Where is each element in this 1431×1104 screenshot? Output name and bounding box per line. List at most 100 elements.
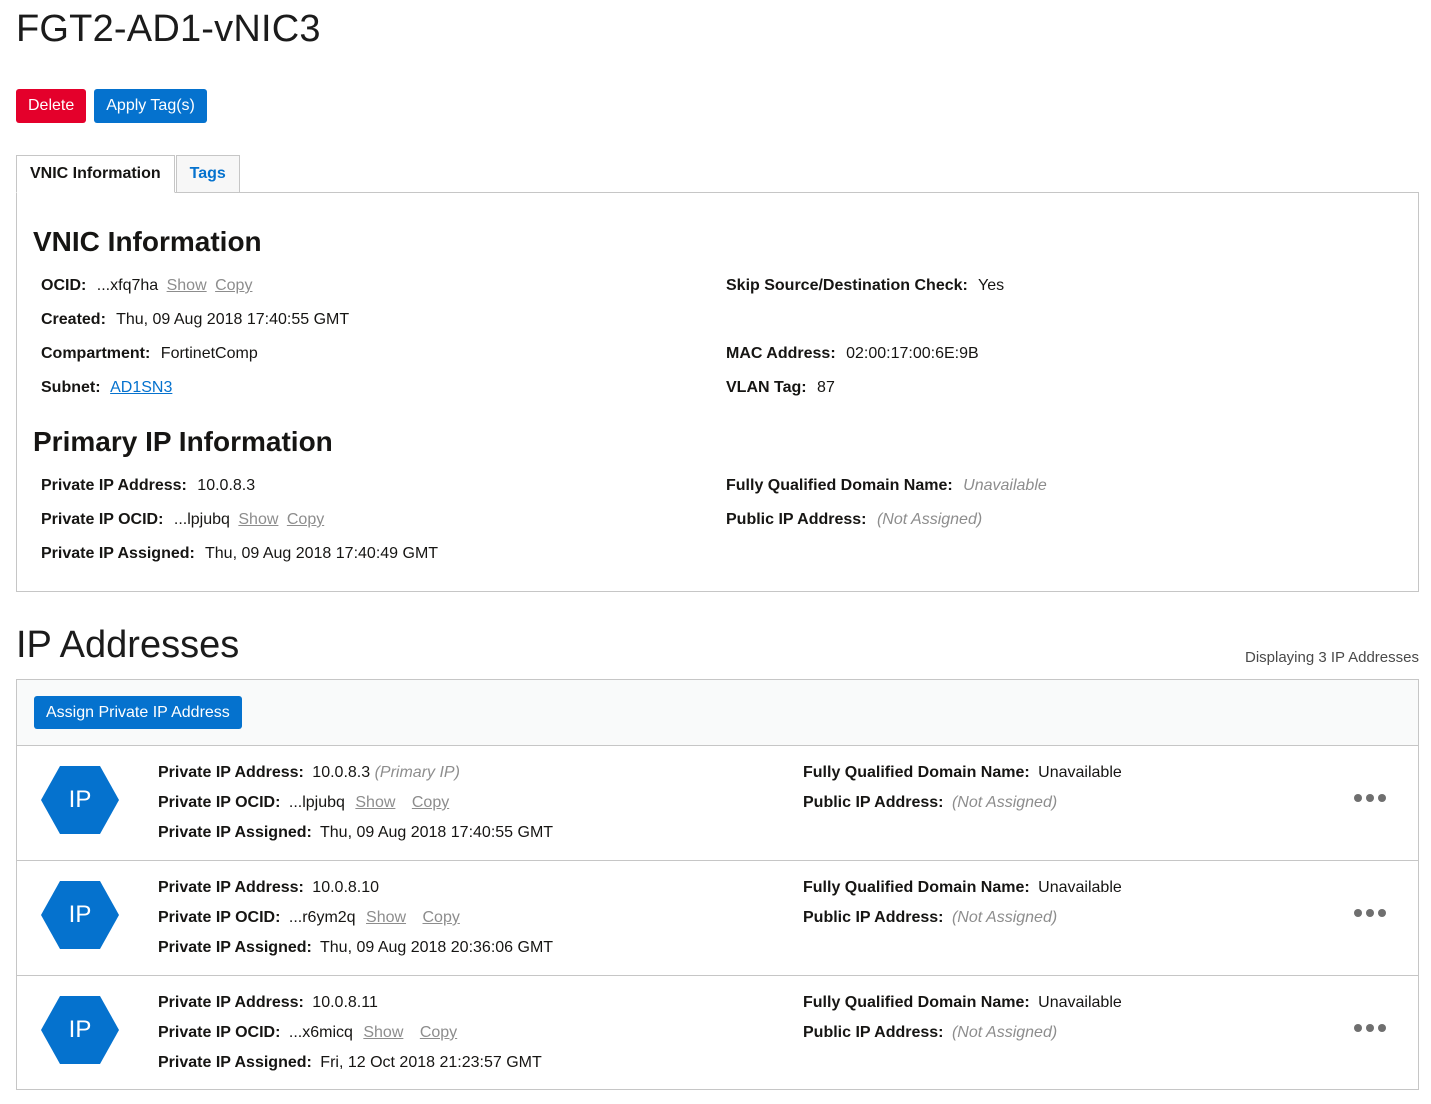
primary-fqdn-value: Unavailable — [963, 477, 1047, 494]
primary-ip-ocid-value: ...lpjubq — [173, 511, 230, 528]
ip-count-text: Displaying 3 IP Addresses — [1245, 649, 1419, 666]
ocid-row: OCID: ...xfq7ha Show Copy — [41, 277, 252, 295]
ocid-copy-link[interactable]: Copy — [215, 277, 252, 294]
ip-addresses-heading: IP Addresses — [16, 624, 240, 666]
ip-fqdn-value: Unavailable — [1038, 879, 1122, 896]
ip-ocid-label: Private IP OCID: — [158, 794, 281, 811]
skip-check-label: Skip Source/Destination Check: — [726, 277, 968, 294]
primary-ip-ocid-row: Private IP OCID: ...lpjubq Show Copy — [41, 511, 324, 529]
primary-fqdn-label: Fully Qualified Domain Name: — [726, 477, 953, 494]
ip-fqdn-line: Fully Qualified Domain Name: Unavailable — [803, 994, 1122, 1012]
ip-address-value: 10.0.8.10 — [312, 879, 380, 896]
ip-public-label: Public IP Address: — [803, 1024, 944, 1041]
primary-ip-ocid-copy-link[interactable]: Copy — [287, 511, 324, 528]
ip-address-line: Private IP Address: 10.0.8.3 (Primary IP… — [158, 764, 460, 782]
ip-ocid-line: Private IP OCID: ...r6ym2q Show Copy — [158, 909, 460, 927]
ip-hexagon-label: IP — [68, 1016, 92, 1043]
primary-ip-assigned-value: Thu, 09 Aug 2018 17:40:49 GMT — [205, 545, 439, 562]
ip-ocid-value: ...x6micq — [288, 1024, 353, 1041]
ip-address-value: 10.0.8.3 — [312, 764, 371, 781]
compartment-value: FortinetComp — [160, 345, 258, 362]
ip-public-value: (Not Assigned) — [951, 1024, 1058, 1041]
vlan-row: VLAN Tag: 87 — [726, 379, 835, 397]
ip-public-line: Public IP Address: (Not Assigned) — [803, 794, 1057, 812]
ip-fqdn-label: Fully Qualified Domain Name: — [803, 994, 1030, 1011]
page-title: FGT2-AD1-vNIC3 — [16, 8, 321, 50]
subnet-label: Subnet: — [41, 379, 101, 396]
ip-ocid-copy-link[interactable]: Copy — [412, 794, 449, 811]
ip-address-label: Private IP Address: — [158, 764, 304, 781]
subnet-row: Subnet: AD1SN3 — [41, 379, 172, 397]
mac-row: MAC Address: 02:00:17:00:6E:9B — [726, 345, 979, 363]
primary-ip-heading: Primary IP Information — [33, 426, 333, 457]
ip-assigned-value: Thu, 09 Aug 2018 17:40:55 GMT — [320, 824, 554, 841]
ip-hexagon-icon: IP — [41, 996, 119, 1064]
ocid-value: ...xfq7ha — [96, 277, 159, 294]
vlan-label: VLAN Tag: — [726, 379, 807, 396]
ip-fqdn-value: Unavailable — [1038, 994, 1122, 1011]
ip-fqdn-label: Fully Qualified Domain Name: — [803, 764, 1030, 781]
ip-hexagon-icon: IP — [41, 766, 119, 834]
vnic-info-panel: VNIC Information OCID: ...xfq7ha Show Co… — [16, 192, 1419, 592]
mac-value: 02:00:17:00:6E:9B — [846, 345, 979, 362]
vlan-value: 87 — [817, 379, 835, 396]
row-actions-menu-icon[interactable] — [1354, 1024, 1386, 1032]
ip-ocid-line: Private IP OCID: ...x6micq Show Copy — [158, 1024, 457, 1042]
vnic-info-heading: VNIC Information — [33, 226, 262, 257]
subnet-link[interactable]: AD1SN3 — [110, 379, 172, 396]
ip-ocid-show-link[interactable]: Show — [363, 1024, 403, 1041]
ip-ocid-label: Private IP OCID: — [158, 1024, 281, 1041]
primary-public-ip-row: Public IP Address: (Not Assigned) — [726, 511, 982, 529]
ip-address-line: Private IP Address: 10.0.8.10 — [158, 879, 379, 897]
ip-public-value: (Not Assigned) — [951, 794, 1058, 811]
skip-check-row: Skip Source/Destination Check: Yes — [726, 277, 1004, 295]
primary-ip-note: (Primary IP) — [374, 764, 460, 781]
ip-ocid-copy-link[interactable]: Copy — [423, 909, 460, 926]
primary-ip-assigned-row: Private IP Assigned: Thu, 09 Aug 2018 17… — [41, 545, 438, 563]
ocid-label: OCID: — [41, 277, 87, 294]
ip-hexagon-label: IP — [68, 786, 92, 813]
ip-fqdn-line: Fully Qualified Domain Name: Unavailable — [803, 764, 1122, 782]
primary-public-ip-value: (Not Assigned) — [876, 511, 983, 528]
apply-tags-button[interactable]: Apply Tag(s) — [94, 89, 207, 123]
ip-assigned-value: Fri, 12 Oct 2018 21:23:57 GMT — [320, 1054, 542, 1071]
primary-ip-address-label: Private IP Address: — [41, 477, 187, 494]
ip-assigned-line: Private IP Assigned: Thu, 09 Aug 2018 20… — [158, 939, 553, 957]
skip-check-value: Yes — [978, 277, 1005, 294]
ip-address-value: 10.0.8.11 — [312, 994, 378, 1011]
ip-row: IP Private IP Address: 10.0.8.3 (Primary… — [17, 746, 1418, 861]
assign-private-ip-button[interactable]: Assign Private IP Address — [34, 696, 242, 729]
ip-ocid-show-link[interactable]: Show — [355, 794, 395, 811]
ip-ocid-line: Private IP OCID: ...lpjubq Show Copy — [158, 794, 449, 812]
mac-label: MAC Address: — [726, 345, 836, 362]
ip-address-label: Private IP Address: — [158, 879, 304, 896]
row-actions-menu-icon[interactable] — [1354, 794, 1386, 802]
ip-row: IP Private IP Address: 10.0.8.10 Private… — [17, 861, 1418, 976]
ip-assigned-label: Private IP Assigned: — [158, 824, 312, 841]
primary-ip-ocid-show-link[interactable]: Show — [238, 511, 278, 528]
ip-public-label: Public IP Address: — [803, 794, 944, 811]
ip-fqdn-value: Unavailable — [1038, 764, 1122, 781]
ip-assigned-label: Private IP Assigned: — [158, 939, 312, 956]
tab-tags[interactable]: Tags — [175, 155, 240, 193]
delete-button[interactable]: Delete — [16, 89, 87, 123]
ocid-show-link[interactable]: Show — [167, 277, 207, 294]
ip-ocid-label: Private IP OCID: — [158, 909, 281, 926]
ip-public-label: Public IP Address: — [803, 909, 944, 926]
ip-assigned-value: Thu, 09 Aug 2018 20:36:06 GMT — [320, 939, 554, 956]
ip-ocid-copy-link[interactable]: Copy — [420, 1024, 457, 1041]
created-row: Created: Thu, 09 Aug 2018 17:40:55 GMT — [41, 311, 349, 329]
primary-ip-address-row: Private IP Address: 10.0.8.3 — [41, 477, 255, 495]
created-value: Thu, 09 Aug 2018 17:40:55 GMT — [116, 311, 350, 328]
action-bar: Delete Apply Tag(s) — [16, 89, 207, 123]
tab-bar: VNIC Information Tags — [16, 155, 241, 193]
ip-hexagon-icon: IP — [41, 881, 119, 949]
tab-vnic-information[interactable]: VNIC Information — [16, 155, 175, 193]
row-actions-menu-icon[interactable] — [1354, 909, 1386, 917]
ip-ocid-show-link[interactable]: Show — [366, 909, 406, 926]
ip-address-label: Private IP Address: — [158, 994, 304, 1011]
primary-ip-address-value: 10.0.8.3 — [197, 477, 256, 494]
primary-ip-ocid-label: Private IP OCID: — [41, 511, 164, 528]
ip-address-list: Assign Private IP Address IP Private IP … — [16, 679, 1419, 1090]
compartment-label: Compartment: — [41, 345, 151, 362]
